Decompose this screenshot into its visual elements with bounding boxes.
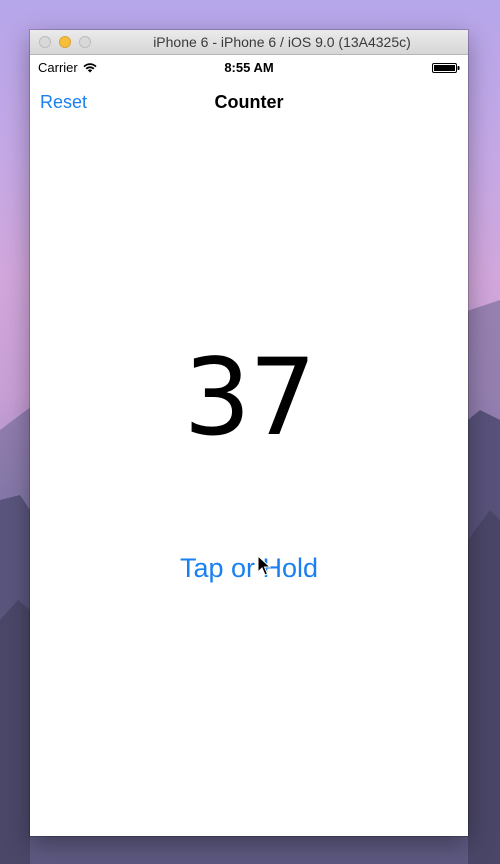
status-bar: Carrier 8:55 AM (30, 55, 468, 79)
mouse-pointer-icon (257, 555, 271, 576)
simulator-window: iPhone 6 - iPhone 6 / iOS 9.0 (13A4325c)… (30, 30, 468, 836)
traffic-lights (39, 36, 91, 48)
status-time: 8:55 AM (224, 60, 274, 75)
battery-icon (432, 63, 460, 73)
nav-title: Counter (214, 92, 284, 112)
tap-or-hold-button[interactable]: Tap or Hold (30, 553, 468, 584)
close-window-button[interactable] (39, 36, 51, 48)
window-titlebar[interactable]: iPhone 6 - iPhone 6 / iOS 9.0 (13A4325c) (30, 30, 468, 55)
zoom-window-button[interactable] (79, 36, 91, 48)
minimize-window-button[interactable] (59, 36, 71, 48)
device-screen: Carrier 8:55 AM Reset Counter 37 Tap or … (30, 55, 468, 836)
navigation-bar: Reset Counter (30, 79, 468, 129)
window-title: iPhone 6 - iPhone 6 / iOS 9.0 (13A4325c) (153, 34, 411, 50)
counter-value: 37 (183, 336, 317, 459)
